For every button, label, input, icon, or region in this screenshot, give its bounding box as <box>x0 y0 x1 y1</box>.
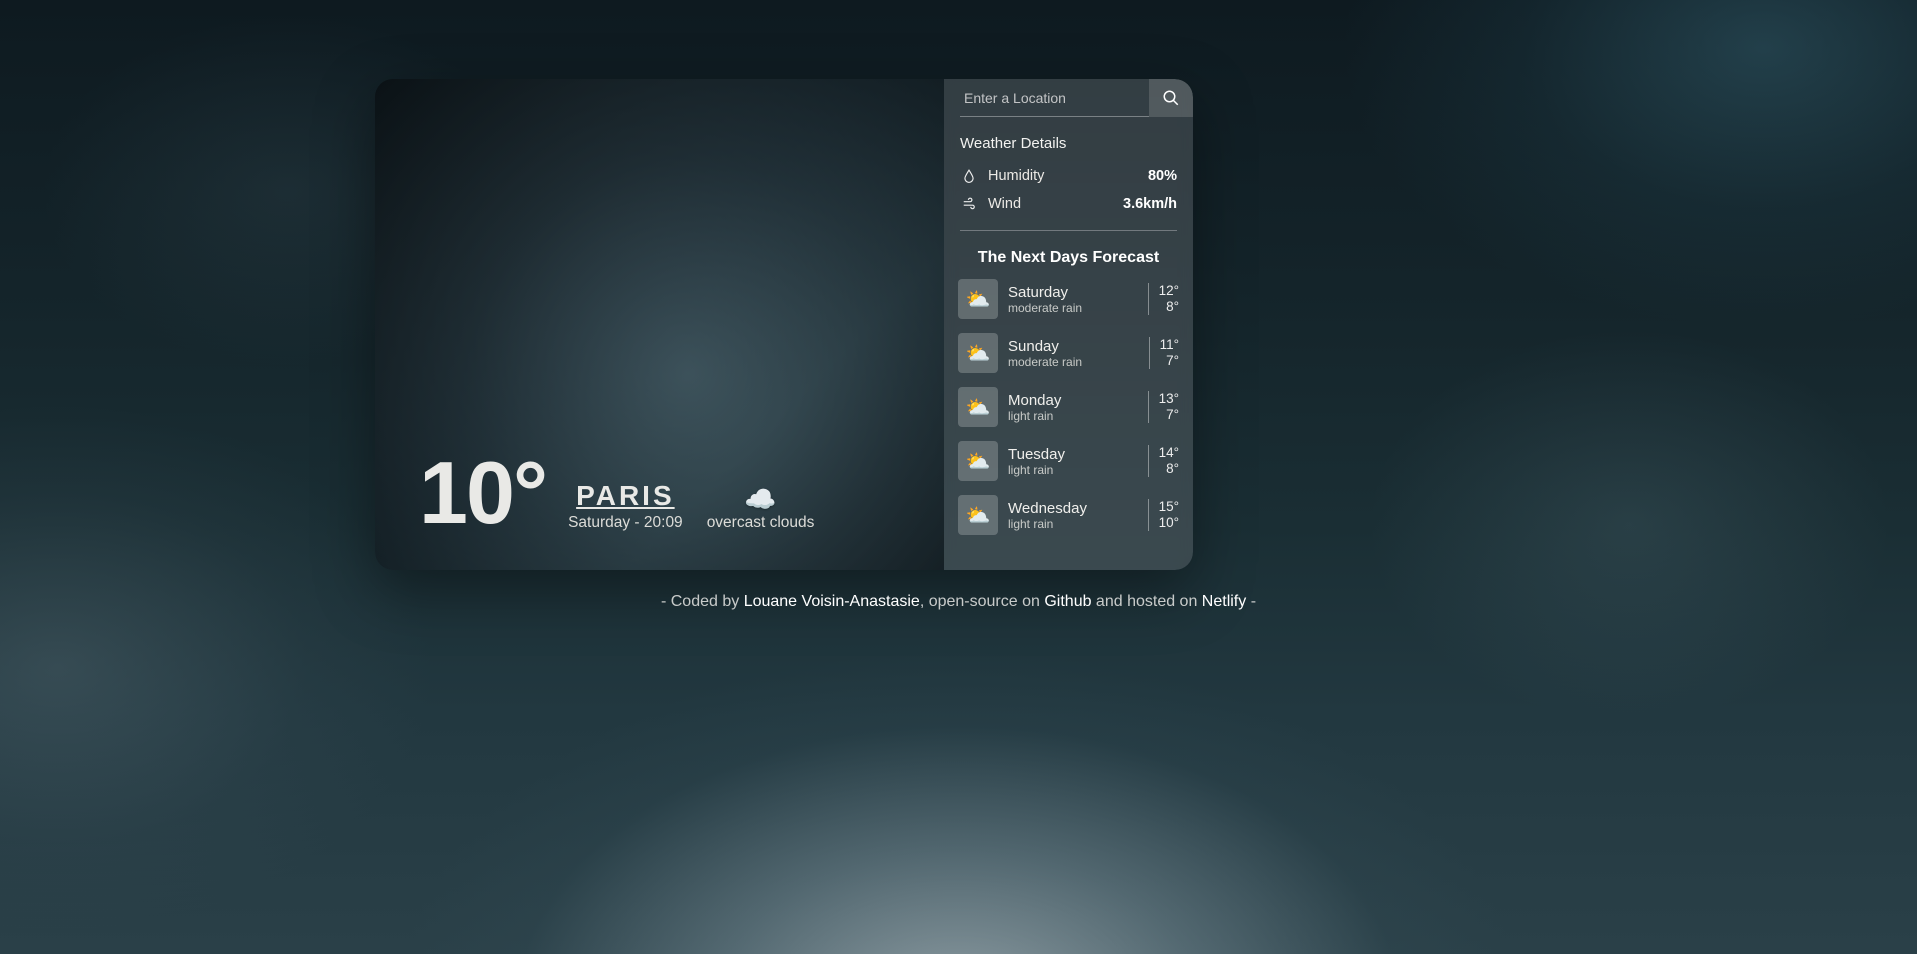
forecast-low: 8° <box>1159 461 1179 477</box>
forecast-day: Saturday <box>1008 284 1082 301</box>
forecast-item: ⛅ Monday light rain 13° 7° <box>958 387 1179 427</box>
wind-icon <box>960 197 978 211</box>
footer-text: - Coded by <box>661 593 744 610</box>
forecast-day: Wednesday <box>1008 500 1087 517</box>
condition-block: ☁️ overcast clouds <box>707 486 815 532</box>
forecast-item: ⛅ Sunday moderate rain 11° 7° <box>958 333 1179 373</box>
wind-label: Wind <box>988 196 1021 212</box>
forecast-low: 7° <box>1159 407 1179 423</box>
forecast-day: Monday <box>1008 392 1061 409</box>
forecast-day: Tuesday <box>1008 446 1065 463</box>
wind-row: Wind 3.6km/h <box>960 196 1177 212</box>
weather-card: 10° PARIS Saturday - 20:09 ☁️ overcast c… <box>375 79 1193 570</box>
footer: - Coded by Louane Voisin-Anastasie, open… <box>0 593 1917 611</box>
forecast-high: 13° <box>1159 391 1179 407</box>
forecast-title: The Next Days Forecast <box>944 249 1193 267</box>
footer-text: - <box>1246 593 1256 610</box>
forecast-high: 15° <box>1159 499 1179 515</box>
side-panel: Weather Details Humidity 80% Wind 3.6km/… <box>944 79 1193 570</box>
current-datetime: Saturday - 20:09 <box>568 514 683 532</box>
location-block: PARIS Saturday - 20:09 <box>568 480 683 532</box>
forecast-low: 8° <box>1159 299 1179 315</box>
search-icon <box>1162 89 1180 107</box>
forecast-item: ⛅ Tuesday light rain 14° 8° <box>958 441 1179 481</box>
partly-cloudy-icon: ⛅ <box>958 495 998 535</box>
forecast-desc: moderate rain <box>1008 301 1082 315</box>
forecast-day: Sunday <box>1008 338 1082 355</box>
cloud-icon: ☁️ <box>744 486 776 512</box>
footer-text: and hosted on <box>1091 593 1201 610</box>
forecast-high: 11° <box>1160 337 1179 353</box>
footer-text: , open-source on <box>920 593 1045 610</box>
forecast-item: ⛅ Saturday moderate rain 12° 8° <box>958 279 1179 319</box>
forecast-desc: light rain <box>1008 463 1065 477</box>
city-name: PARIS <box>576 480 675 512</box>
github-link[interactable]: Github <box>1044 593 1091 610</box>
humidity-value: 80% <box>1148 168 1177 184</box>
forecast-desc: light rain <box>1008 409 1061 423</box>
search-input[interactable] <box>960 79 1149 117</box>
humidity-row: Humidity 80% <box>960 168 1177 184</box>
forecast-low: 7° <box>1160 353 1179 369</box>
forecast-desc: moderate rain <box>1008 355 1082 369</box>
current-temperature: 10° <box>419 453 546 532</box>
divider <box>960 230 1177 231</box>
humidity-label: Humidity <box>988 168 1044 184</box>
weather-details-title: Weather Details <box>960 135 1177 152</box>
wind-value: 3.6km/h <box>1123 196 1177 212</box>
search-button[interactable] <box>1149 79 1193 117</box>
forecast-list: ⛅ Saturday moderate rain 12° 8° ⛅ Sunday… <box>944 279 1193 535</box>
forecast-high: 14° <box>1159 445 1179 461</box>
main-panel: 10° PARIS Saturday - 20:09 ☁️ overcast c… <box>375 79 944 570</box>
netlify-link[interactable]: Netlify <box>1202 593 1246 610</box>
forecast-item: ⛅ Wednesday light rain 15° 10° <box>958 495 1179 535</box>
partly-cloudy-icon: ⛅ <box>958 441 998 481</box>
humidity-icon <box>960 169 978 183</box>
partly-cloudy-icon: ⛅ <box>958 279 998 319</box>
author-link[interactable]: Louane Voisin-Anastasie <box>744 593 920 610</box>
partly-cloudy-icon: ⛅ <box>958 333 998 373</box>
forecast-low: 10° <box>1159 515 1179 531</box>
forecast-desc: light rain <box>1008 517 1087 531</box>
forecast-high: 12° <box>1159 283 1179 299</box>
partly-cloudy-icon: ⛅ <box>958 387 998 427</box>
current-weather-block: 10° PARIS Saturday - 20:09 ☁️ overcast c… <box>375 453 944 532</box>
condition-text: overcast clouds <box>707 514 815 532</box>
